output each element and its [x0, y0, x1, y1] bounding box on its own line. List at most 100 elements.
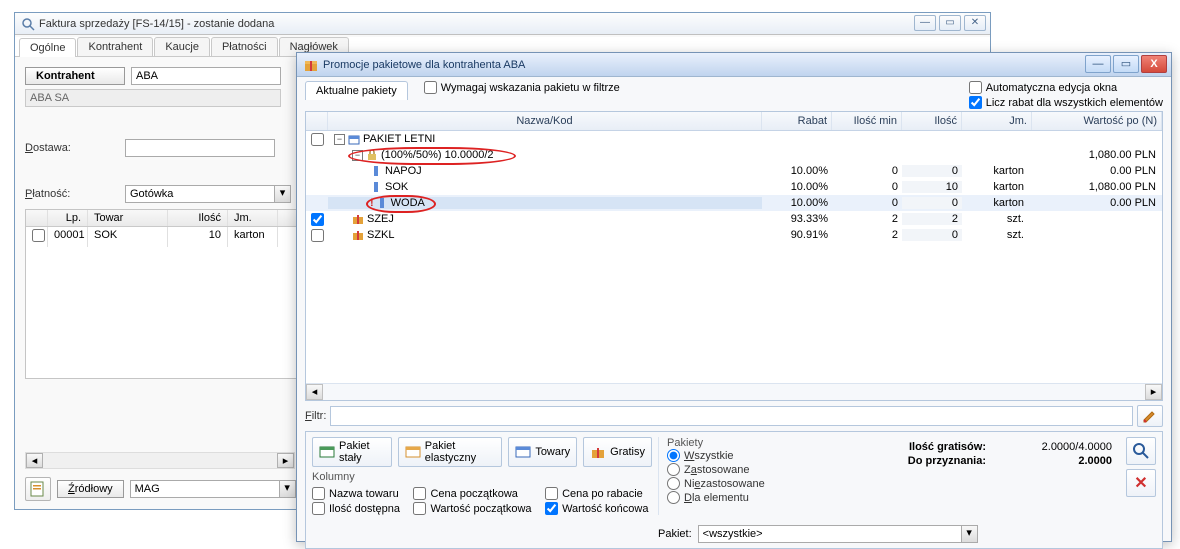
fixed-package-icon [319, 444, 335, 460]
col-towar[interactable]: Towar [88, 210, 168, 226]
scroll-left-button[interactable]: ◂ [26, 453, 43, 468]
ilosc-gratisow-label: Ilość gratisów: [909, 441, 986, 453]
row-checkbox[interactable] [32, 229, 45, 242]
tree-row[interactable]: NAPOJ10.00%00karton0.00 PLN [306, 163, 1162, 179]
dostawa-label: Dostawa: [25, 142, 125, 154]
col-cena-poczatkowa-checkbox[interactable]: Cena początkowa [413, 487, 535, 500]
tab-platnosci[interactable]: Płatności [211, 37, 278, 56]
collapse-button[interactable]: − [352, 150, 363, 161]
promotions-dialog: Promocje pakietowe dla kontrahenta ABA —… [296, 52, 1172, 542]
goods-icon [515, 444, 531, 460]
do-przyznania-label: Do przyznania: [908, 455, 986, 467]
tree-row[interactable]: SOK10.00%010karton1,080.00 PLN [306, 179, 1162, 195]
ilosc-gratisow-value: 2.0000/4.0000 [1002, 441, 1112, 453]
tree-row[interactable]: −(100%/50%) 10.0000/21,080.00 PLN [306, 147, 1162, 163]
search-button[interactable] [1126, 437, 1156, 465]
pakiet-elastyczny-button[interactable]: Pakiet elastyczny [398, 437, 503, 467]
close-button[interactable]: X [1141, 55, 1167, 73]
package-root-icon [348, 133, 360, 145]
chevron-down-icon[interactable]: ▾ [280, 480, 296, 498]
gift-icon [303, 57, 319, 73]
promotions-title: Promocje pakietowe dla kontrahenta ABA [323, 59, 525, 71]
tab-kaucje[interactable]: Kaucje [154, 37, 210, 56]
packages-tree-grid: Nazwa/Kod Rabat Ilość min Ilość Jm. Wart… [305, 111, 1163, 401]
tree-row[interactable]: SZKL90.91%20szt. [306, 227, 1162, 243]
bottom-panel: Pakiet stały Pakiet elastyczny Towary Gr… [305, 431, 1163, 549]
licz-rabat-checkbox[interactable]: Licz rabat dla wszystkich elementów [969, 96, 1163, 109]
radio-niezastosowane[interactable]: Niezastosowane [667, 477, 808, 490]
col-cena-po-rabacie-checkbox[interactable]: Cena po rabacie [545, 487, 652, 500]
tab-ogolne[interactable]: Ogólne [19, 38, 76, 57]
promotions-titlebar[interactable]: Promocje pakietowe dla kontrahenta ABA —… [297, 53, 1171, 77]
collapse-button[interactable]: − [334, 134, 345, 145]
pakiety-group-label: Pakiety [667, 437, 703, 449]
tree-scrollbar-horizontal[interactable]: ◂ ▸ [306, 383, 1162, 400]
gift-icon [590, 444, 606, 460]
kolumny-label: Kolumny [312, 471, 652, 483]
gift-icon [352, 229, 364, 241]
item-icon [376, 197, 388, 209]
dostawa-input[interactable] [125, 139, 275, 157]
col-jm[interactable]: Jm. [228, 210, 278, 226]
filter-input[interactable] [330, 406, 1133, 426]
elastic-package-icon [405, 444, 421, 460]
col-ilosc[interactable]: Ilość [902, 112, 962, 130]
item-icon [370, 165, 382, 177]
col-wartosc-poczatkowa-checkbox[interactable]: Wartość początkowa [413, 502, 535, 515]
row-checkbox[interactable] [311, 133, 324, 146]
radio-wszystkie[interactable]: Wszystkie [667, 449, 808, 462]
filter-label: Filtr: [305, 410, 326, 422]
chevron-down-icon[interactable]: ▾ [962, 525, 978, 543]
col-ilosc[interactable]: Ilość [168, 210, 228, 226]
gift-icon [352, 213, 364, 225]
pakiet-staly-button[interactable]: Pakiet stały [312, 437, 392, 467]
scroll-right-button[interactable]: ▸ [277, 453, 294, 468]
autoedit-checkbox[interactable]: Automatyczna edycja okna [969, 81, 1163, 94]
maximize-button[interactable]: ▭ [939, 15, 961, 31]
col-nazwa-towaru-checkbox[interactable]: Nazwa towaru [312, 487, 403, 500]
maximize-button[interactable]: ▭ [1113, 55, 1139, 73]
zrodlowy-button[interactable]: Źródłowy [57, 480, 124, 498]
tab-kontrahent[interactable]: Kontrahent [77, 37, 153, 56]
tab-aktualne-pakiety[interactable]: Aktualne pakiety [305, 81, 408, 100]
col-wartosc-koncowa-checkbox[interactable]: Wartość końcowa [545, 502, 652, 515]
warning-icon: ! [370, 197, 374, 209]
scroll-left-button[interactable]: ◂ [306, 384, 323, 400]
minimize-button[interactable]: — [914, 15, 936, 31]
kontrahent-button[interactable]: Kontrahent [25, 67, 125, 85]
scrollbar-horizontal[interactable]: ◂ ▸ [25, 452, 295, 469]
item-icon [370, 181, 382, 193]
col-ilosc-dostepna-checkbox[interactable]: Ilość dostępna [312, 502, 403, 515]
wymagaj-checkbox[interactable]: Wymagaj wskazania pakietu w filtrze [424, 81, 620, 94]
col-lp[interactable]: Lp. [48, 210, 88, 226]
platnosc-select[interactable]: Gotówka [125, 185, 275, 203]
do-przyznania-value: 2.0000 [1002, 455, 1112, 467]
invoice-titlebar[interactable]: Faktura sprzedaży [FS-14/15] - zostanie … [15, 13, 990, 35]
doc-icon-button[interactable] [25, 477, 51, 501]
col-wartosc-po-n[interactable]: Wartość po (N) [1032, 112, 1162, 130]
edit-filter-button[interactable] [1137, 405, 1163, 427]
mag-select[interactable]: MAG [130, 480, 280, 498]
pakiet-select[interactable]: <wszystkie> [698, 525, 962, 543]
col-nazwa[interactable]: Nazwa/Kod [328, 112, 762, 130]
tree-row[interactable]: !WODA10.00%00karton0.00 PLN [306, 195, 1162, 211]
scroll-right-button[interactable]: ▸ [1145, 384, 1162, 400]
chevron-down-icon[interactable]: ▾ [275, 185, 291, 203]
row-checkbox[interactable] [311, 213, 324, 226]
tree-row[interactable]: SZEJ93.33%22szt. [306, 211, 1162, 227]
radio-zastosowane[interactable]: Zastosowane [667, 463, 808, 476]
col-jm[interactable]: Jm. [962, 112, 1032, 130]
radio-dla-elementu[interactable]: Dla elementu [667, 491, 808, 504]
row-checkbox[interactable] [311, 229, 324, 242]
col-ilosc-min[interactable]: Ilość min [832, 112, 902, 130]
magnifier-icon [21, 17, 35, 31]
col-rabat[interactable]: Rabat [762, 112, 832, 130]
cancel-button[interactable]: ✕ [1126, 469, 1156, 497]
kontrahent-name-readonly: ABA SA [25, 89, 281, 107]
gratisy-button[interactable]: Gratisy [583, 437, 652, 467]
towary-button[interactable]: Towary [508, 437, 577, 467]
minimize-button[interactable]: — [1085, 55, 1111, 73]
close-button[interactable]: ✕ [964, 15, 986, 31]
kontrahent-code-input[interactable]: ABA [131, 67, 281, 85]
tree-row[interactable]: −PAKIET LETNI [306, 131, 1162, 147]
